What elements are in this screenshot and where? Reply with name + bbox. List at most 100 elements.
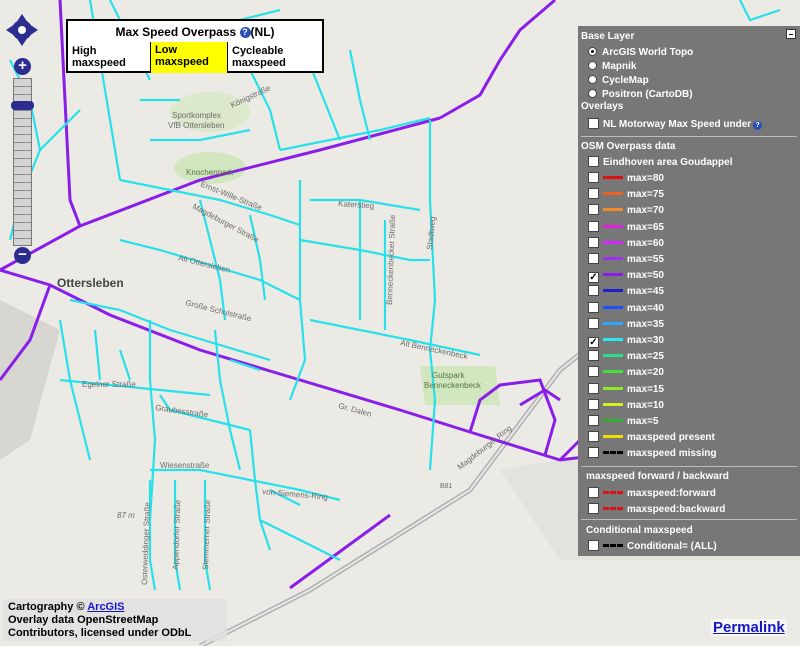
checkbox[interactable] (588, 366, 599, 378)
base-layer-option[interactable]: ArcGIS World Topo (588, 46, 693, 60)
overlay-eindhoven[interactable]: Eindhoven area Goudappel (588, 156, 732, 170)
speed-label: maxspeed present (627, 432, 715, 444)
speed-label: max=10 (627, 399, 664, 411)
checkbox[interactable] (588, 156, 599, 167)
cond-header: Conditional maxspeed (586, 525, 693, 536)
legend-title-text: Max Speed Overpass (115, 25, 237, 39)
checkbox[interactable] (588, 253, 599, 264)
speed-label: max=55 (627, 254, 664, 265)
speed-overlay-item[interactable]: max=5 (588, 415, 658, 429)
checkbox[interactable] (588, 220, 599, 232)
speed-overlay-item[interactable]: max=25 (588, 350, 664, 364)
fb-overlay-item[interactable]: maxspeed:forward (588, 487, 716, 501)
checkbox[interactable] (588, 540, 599, 551)
speed-overlay-item[interactable]: max=35 (588, 317, 664, 332)
attribution-text: Contributors, licensed under ODbL (8, 627, 192, 639)
checkbox[interactable] (588, 447, 599, 459)
checkbox[interactable]: ✓ (588, 272, 599, 284)
line-swatch (603, 419, 623, 422)
checkbox[interactable] (588, 415, 599, 426)
line-swatch (603, 354, 623, 358)
speed-label: max=30 (627, 335, 664, 346)
speed-label: max=65 (627, 221, 664, 233)
minimize-icon[interactable] (786, 29, 796, 39)
checkbox[interactable] (588, 398, 599, 410)
speed-overlay-item[interactable]: max=10 (588, 398, 664, 413)
checkbox[interactable] (588, 503, 599, 514)
checkbox[interactable] (588, 382, 599, 394)
speed-label: max=5 (627, 416, 659, 427)
checkbox[interactable] (588, 487, 599, 498)
line-swatch (603, 491, 623, 494)
fb-overlay-item[interactable]: maxspeed:backward (588, 503, 725, 517)
zoom-in-button[interactable]: + (14, 58, 31, 75)
info-icon[interactable]: ? (239, 27, 251, 38)
elevation-label: 87 m (117, 511, 135, 520)
speed-overlay-item[interactable]: ✓ max=50 (588, 269, 664, 284)
speed-overlay-item[interactable]: max=15 (588, 382, 664, 397)
overlay-nl-motorway[interactable]: NL Motorway Max Speed under? (588, 118, 763, 132)
base-layer-option[interactable]: Positron (CartoDB) (588, 88, 693, 102)
line-swatch (603, 208, 623, 212)
checkbox[interactable] (588, 301, 599, 313)
line-swatch (603, 192, 623, 196)
checkbox[interactable] (588, 188, 599, 200)
road-number-label: B81 (440, 483, 453, 490)
checkbox[interactable] (588, 236, 599, 248)
speed-overlay-item[interactable]: maxspeed missing (588, 447, 716, 461)
overlays-header: Overlays (581, 101, 624, 112)
speed-overlay-item[interactable]: max=20 (588, 366, 664, 380)
street-label: Egelner Straße (82, 380, 136, 389)
speed-label: maxspeed missing (627, 448, 717, 460)
speed-overlay-item[interactable]: maxspeed present (588, 431, 715, 445)
checkbox[interactable] (588, 431, 599, 443)
attribution-text: Cartography © (8, 601, 85, 613)
arcgis-link[interactable]: ArcGIS (87, 601, 124, 613)
fb-label: maxspeed:forward (627, 488, 716, 499)
overlay-label: NL Motorway Max Speed under (603, 119, 752, 130)
speed-overlay-item[interactable]: max=60 (588, 236, 664, 251)
base-layer-option[interactable]: Mapnik (588, 60, 636, 74)
speed-label: max=35 (627, 318, 664, 330)
line-swatch (603, 370, 623, 374)
pan-arrows-icon[interactable] (6, 14, 38, 58)
checkbox[interactable] (588, 350, 599, 362)
fb-header: maxspeed forward / backward (586, 471, 729, 482)
speed-overlay-item[interactable]: max=65 (588, 220, 664, 235)
radio-button[interactable] (588, 75, 597, 84)
speed-label: max=20 (627, 367, 664, 379)
speed-overlay-item[interactable]: ✓ max=30 (588, 334, 664, 348)
radio-button[interactable] (588, 47, 597, 56)
checkbox[interactable] (588, 204, 599, 216)
base-layer-option[interactable]: CycleMap (588, 74, 649, 88)
info-icon[interactable]: ? (753, 121, 763, 130)
speed-overlay-item[interactable]: max=80 (588, 172, 664, 186)
radio-button[interactable] (588, 89, 597, 98)
checkbox[interactable] (588, 172, 599, 183)
speed-overlay-item[interactable]: max=75 (588, 188, 664, 202)
speed-overlay-item[interactable]: max=45 (588, 285, 664, 299)
line-swatch (603, 240, 623, 244)
line-swatch (603, 451, 623, 455)
permalink-link[interactable]: Permalink (711, 619, 787, 636)
speed-overlay-item[interactable]: max=55 (588, 253, 664, 267)
line-swatch (603, 386, 623, 390)
checkbox[interactable] (588, 285, 599, 297)
layer-switcher: Base Layer ArcGIS World Topo Mapnik CycleM… (578, 26, 800, 556)
zoom-slider-handle[interactable] (11, 101, 34, 110)
radio-button[interactable] (588, 61, 597, 70)
checkbox[interactable] (588, 118, 599, 129)
attribution-text: Overlay data OpenStreetMap (8, 614, 159, 626)
speed-label: max=25 (627, 351, 664, 363)
speed-label: max=70 (627, 205, 664, 217)
zoom-out-button[interactable]: − (14, 247, 31, 264)
overlay-conditional[interactable]: Conditional= (ALL) (588, 540, 717, 554)
speed-overlay-item[interactable]: max=70 (588, 204, 664, 218)
line-swatch (603, 338, 623, 341)
checkbox[interactable] (588, 317, 599, 329)
park-label: Sportkomplex (172, 111, 221, 120)
speed-label: max=60 (627, 237, 664, 249)
street-label: Wiesenstraße (160, 461, 210, 470)
checkbox[interactable]: ✓ (588, 337, 599, 348)
speed-overlay-item[interactable]: max=40 (588, 301, 664, 316)
